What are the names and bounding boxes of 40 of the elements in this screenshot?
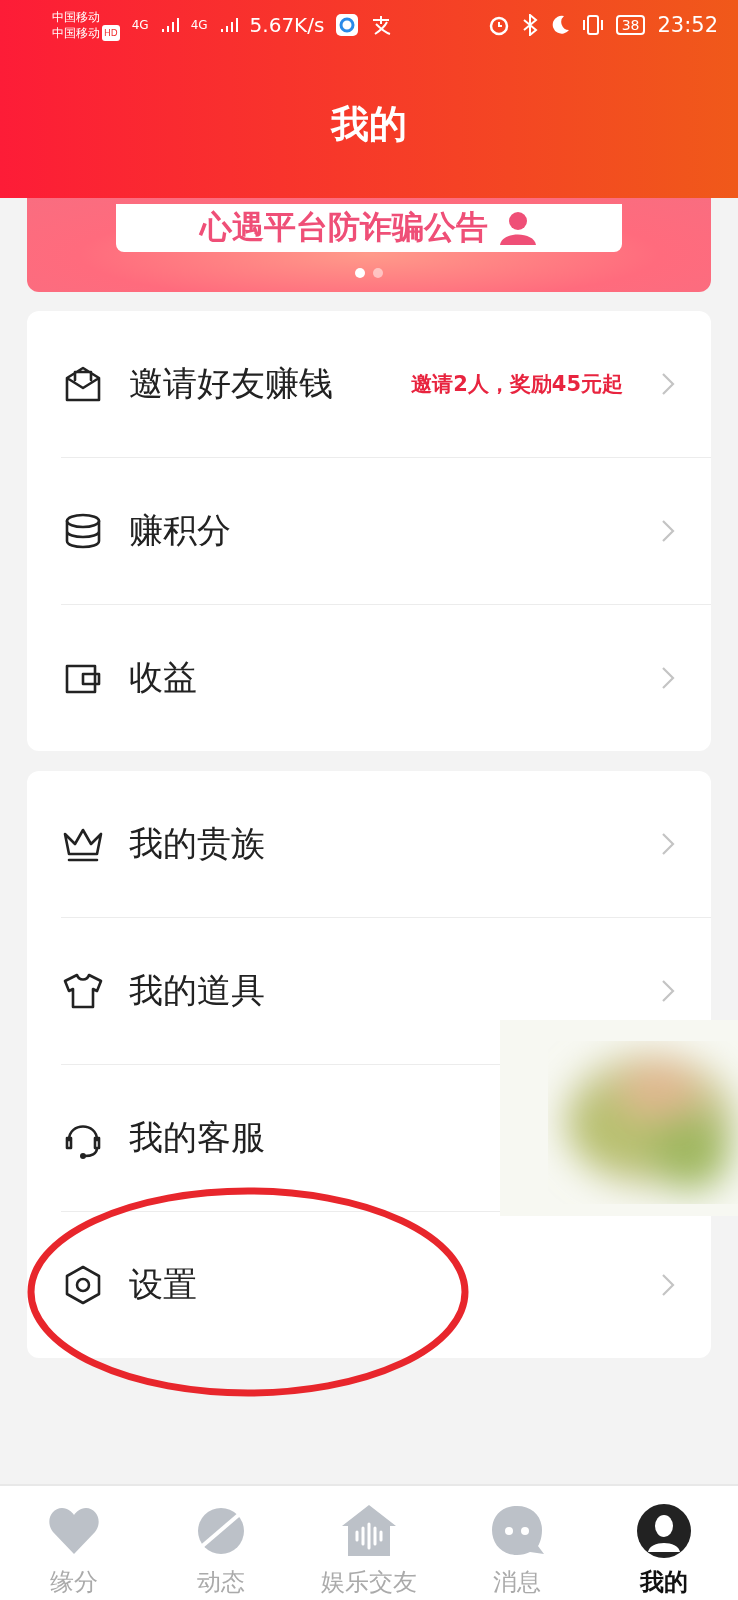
menu-label: 设置 (129, 1263, 197, 1306)
tab-item[interactable]: 动态 (147, 1486, 296, 1600)
tab-item[interactable]: 缘分 (0, 1486, 148, 1600)
signal-icon (160, 17, 179, 33)
menu-label: 我的贵族 (129, 822, 265, 865)
signal-icon (219, 17, 238, 33)
notice-banner[interactable]: 心遇平台防诈骗公告 (27, 198, 711, 292)
page-dot[interactable] (373, 268, 383, 278)
network-label: 4G (131, 18, 149, 32)
tab-item[interactable]: 我的 (590, 1486, 738, 1600)
network-speed: 5.67K/s (249, 13, 325, 37)
app-icon (336, 14, 359, 36)
tab-label: 娱乐交友 (321, 1567, 417, 1598)
person-icon (498, 211, 538, 245)
menu-label: 邀请好友赚钱 (129, 362, 333, 405)
app-icon (370, 14, 393, 36)
tab-item[interactable]: 娱乐交友 (295, 1486, 443, 1600)
avatar-icon (635, 1502, 694, 1560)
menu-label: 我的道具 (129, 969, 265, 1012)
alarm-icon (487, 14, 510, 36)
page-title: 我的 (331, 100, 407, 148)
menu-label: 赚积分 (129, 509, 231, 552)
network-label: 4G (190, 18, 208, 32)
hd-label: HD (102, 25, 120, 41)
tab-label: 我的 (640, 1567, 689, 1598)
menu-label: 收益 (129, 656, 197, 699)
page-dot[interactable] (355, 268, 365, 278)
carrier-text: 中国移动 (52, 25, 100, 41)
banner-title: 心遇平台防诈骗公告 (200, 207, 488, 248)
menu-label: 我的客服 (129, 1116, 265, 1159)
carrier-text: 中国移动 (52, 9, 101, 25)
clock-time: 23:52 (657, 13, 718, 37)
bluetooth-icon (521, 14, 538, 36)
tab-label: 消息 (492, 1567, 541, 1598)
tab-label: 缘分 (49, 1567, 98, 1598)
reward-note: 邀请2人，奖励45元起 (411, 371, 623, 398)
tab-label: 动态 (197, 1567, 246, 1598)
battery-level: 38 (615, 15, 646, 35)
vibrate-icon (581, 14, 604, 36)
tab-item[interactable]: 消息 (442, 1486, 591, 1600)
